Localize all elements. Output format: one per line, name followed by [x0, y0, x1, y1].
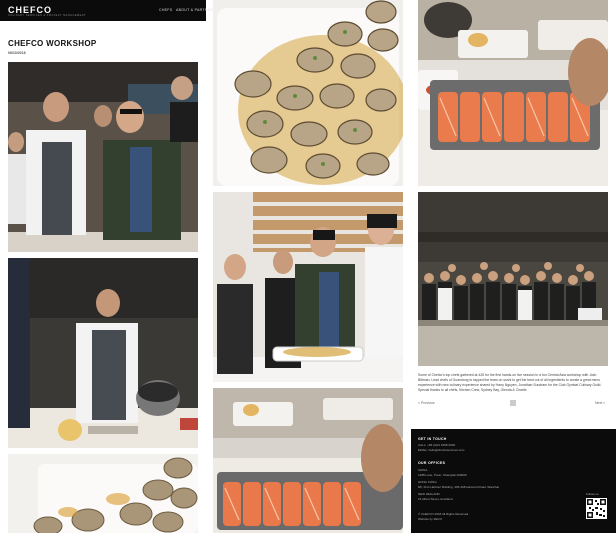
pager-previous-link[interactable]: < Previous: [418, 401, 435, 405]
wechat-qr-code-icon: [586, 498, 607, 519]
footer-office-line: 15 Albert Street, Auckland: [418, 497, 453, 501]
footer-office-line: 8/F, First Harbour Building, 405-408 Har…: [418, 485, 499, 489]
pager-next-link[interactable]: Next >: [595, 401, 605, 405]
photo-clams-plate[interactable]: [213, 0, 403, 186]
nav-link-chefs[interactable]: CHEFS: [159, 8, 172, 12]
photo-clams-plate-small[interactable]: [8, 454, 198, 533]
footer-phone[interactable]: CALL: +86 (0)21 6258 0000: [418, 443, 455, 447]
photo-guests-tasting[interactable]: [213, 192, 403, 382]
footer-copyright: © CHEFCO 2018 All Rights Reserved: [418, 512, 469, 516]
footer-office-line: 1288 Lane, Puxin, Shanghai 200000: [418, 473, 467, 477]
brand-tagline: CULINARY SERVICES & PROJECT MANAGEMENT: [8, 14, 87, 17]
photo-chef-cooking[interactable]: [8, 258, 198, 448]
post-title: CHEFCO WORKSHOP: [8, 39, 97, 48]
footer-office-line: CHINA: [418, 468, 428, 472]
footer-offices-heading: OUR OFFICES: [418, 461, 446, 465]
photo-salmon-platter-lower[interactable]: [213, 388, 403, 533]
footer-contact-heading: GET IN TOUCH: [418, 437, 447, 441]
footer-email[interactable]: EMAIL: hello@chefcoservices.com: [418, 448, 464, 452]
photo-chefs-tasting[interactable]: [8, 62, 198, 252]
footer-office-line: HONG KONG: [418, 480, 437, 484]
pager-grid-icon[interactable]: [510, 400, 516, 406]
footer-credit[interactable]: Website by ZECO: [418, 517, 442, 521]
footer-office-line: NEW ZEALAND: [418, 492, 440, 496]
post-date: 06/10/2018: [8, 51, 26, 55]
photo-group-team[interactable]: [418, 192, 608, 366]
post-description: Some of Chefco's top chefs gathered at 4…: [418, 373, 602, 392]
nav-link-about[interactable]: ABOUT & PARTNER: [176, 8, 213, 12]
footer-follow-label: Follow us: [586, 492, 599, 496]
photo-salmon-platter[interactable]: [418, 0, 608, 186]
